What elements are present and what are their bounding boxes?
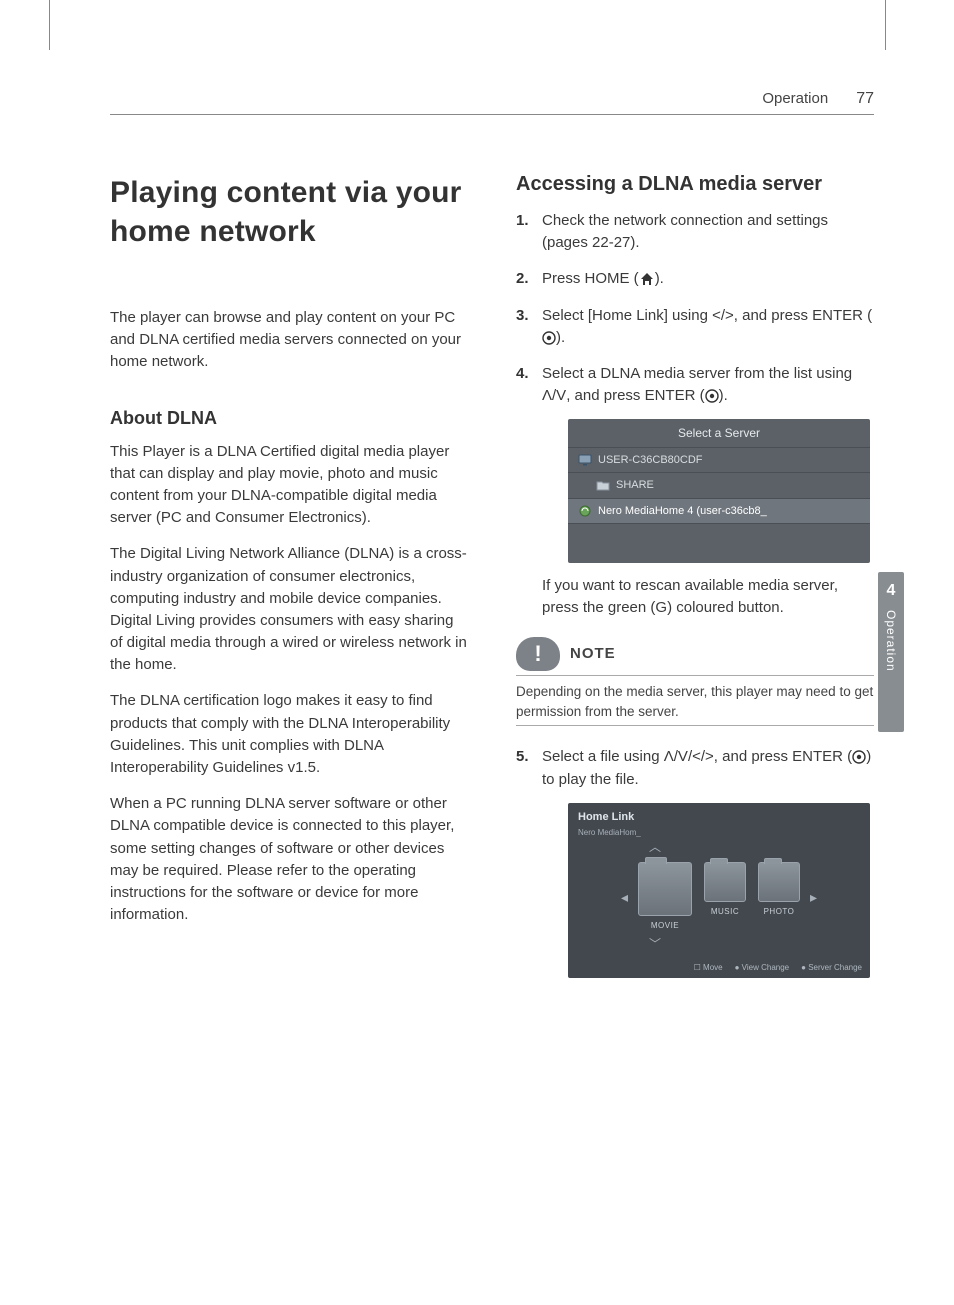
server-row-2: SHARE [568, 472, 870, 497]
left-column: Playing content via your home network Th… [110, 173, 468, 992]
about-dlna-p2: The Digital Living Network Alliance (DLN… [110, 543, 468, 676]
up-down-glyph: Λ/V [542, 387, 566, 404]
intro-paragraph: The player can browse and play content o… [110, 307, 468, 374]
crop-mark-left [49, 0, 50, 50]
rescan-note: If you want to rescan available media se… [542, 575, 874, 619]
step-2-text-a: Press HOME ( [542, 270, 639, 287]
server-row-3-label: Nero MediaHome 4 (user-c36cb8_ [598, 503, 767, 519]
server-row-3-selected: Nero MediaHome 4 (user-c36cb8_ [568, 498, 870, 523]
folder-icon [596, 479, 610, 491]
about-dlna-p1: This Player is a DLNA Certified digital … [110, 441, 468, 530]
down-chevron-icon: ﹀ [649, 936, 661, 954]
step-5: Select a file using Λ/V/</>, and press E… [516, 746, 874, 977]
page-header: Operation 77 [110, 90, 874, 115]
chapter-side-tab: 4 Operation [878, 572, 904, 732]
about-dlna-heading: About DLNA [110, 408, 468, 429]
step-3-text-b: , and press ENTER ( [734, 307, 872, 324]
chapter-number: 4 [887, 582, 896, 600]
step-3: Select [Home Link] using </>, and press … [516, 305, 874, 349]
home-icon [639, 272, 655, 286]
step-4-text-c: ). [719, 387, 728, 404]
left-chevron-icon: ◂ [621, 887, 628, 908]
note-divider-bottom [516, 725, 874, 726]
header-section-label: Operation [762, 90, 828, 107]
note-alert-icon: ! [516, 637, 560, 671]
folder-movie: MOVIE [638, 862, 692, 932]
folder-music: MUSIC [704, 862, 746, 932]
step-4-text-a: Select a DLNA media server from the list… [542, 365, 852, 382]
footer-view-change: View Change [742, 963, 789, 972]
about-dlna-p3: The DLNA certification logo makes it eas… [110, 690, 468, 779]
right-chevron-icon: ▸ [810, 887, 817, 908]
header-page-number: 77 [856, 90, 874, 108]
enter-icon [705, 389, 719, 403]
step-4: Select a DLNA media server from the list… [516, 363, 874, 726]
server-row-1-label: USER-C36CB80CDF [598, 452, 703, 468]
home-link-screenshot: Home Link Nero MediaHom_ ︿ ◂ MOVIE [568, 803, 870, 978]
step-2-text-b: ). [655, 270, 664, 287]
accessing-heading: Accessing a DLNA media server [516, 173, 874, 196]
left-right-glyph: </> [712, 307, 734, 324]
footer-move: Move [703, 963, 723, 972]
steps-list: Check the network connection and setting… [516, 210, 874, 978]
main-title: Playing content via your home network [110, 173, 468, 251]
home-link-footer: ☐ Move ● View Change ● Server Change [694, 962, 862, 974]
folder-music-label: MUSIC [711, 906, 739, 918]
home-link-title: Home Link [568, 803, 870, 827]
server-list-screenshot: Select a Server USER-C36CB80CDF SHARE Ne… [568, 419, 870, 563]
folder-photo-label: PHOTO [764, 906, 795, 918]
step-4-text-b: , and press ENTER ( [566, 387, 704, 404]
server-row-2-label: SHARE [616, 477, 654, 493]
step-3-text-a: Select [Home Link] using [542, 307, 712, 324]
step-1-text: Check the network connection and setting… [542, 212, 828, 251]
step-3-text-c: ). [556, 329, 565, 346]
manual-page: Operation 77 4 Operation Playing content… [0, 0, 954, 1305]
dlna-server-icon [578, 505, 592, 517]
nav-glyph: Λ/V/</> [664, 748, 714, 765]
step-5-text-b: , and press ENTER ( [714, 748, 852, 765]
enter-icon [542, 331, 556, 345]
crop-mark-right [885, 0, 886, 50]
folder-photo: PHOTO [758, 862, 800, 932]
enter-icon [852, 750, 866, 764]
step-1: Check the network connection and setting… [516, 210, 874, 254]
footer-server-change: Server Change [808, 963, 862, 972]
green-g-label: G [655, 599, 667, 616]
rescan-text-b: ) coloured button. [667, 599, 784, 616]
folder-movie-label: MOVIE [651, 920, 679, 932]
server-list-title: Select a Server [568, 419, 870, 447]
chapter-label: Operation [884, 610, 898, 672]
right-column: Accessing a DLNA media server Check the … [516, 173, 874, 992]
note-divider [516, 675, 874, 676]
computer-icon [578, 454, 592, 466]
note-label: NOTE [570, 643, 616, 665]
note-text: Depending on the media server, this play… [516, 682, 874, 721]
about-dlna-p4: When a PC running DLNA server software o… [110, 793, 468, 926]
server-row-1: USER-C36CB80CDF [568, 447, 870, 472]
step-2: Press HOME (). [516, 268, 874, 290]
note-box: ! NOTE Depending on the media server, th… [516, 637, 874, 726]
step-5-text-a: Select a file using [542, 748, 664, 765]
